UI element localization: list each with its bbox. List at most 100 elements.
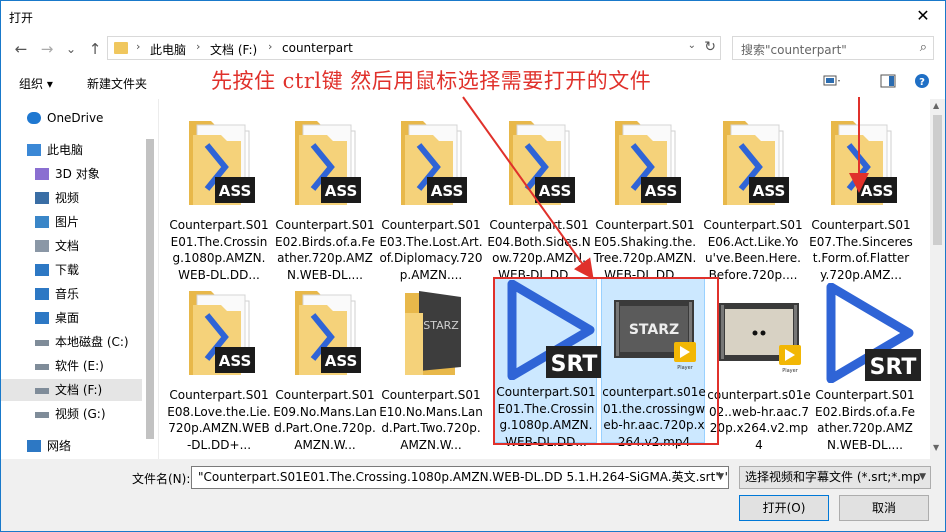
cancel-button[interactable]: 取消: [839, 495, 929, 521]
chevron-down-icon[interactable]: ⌄: [688, 40, 696, 51]
scrollbar-thumb[interactable]: [146, 139, 154, 439]
sidebar-item-label: 网络: [47, 439, 72, 453]
file-item[interactable]: STARZ Counterpart.S01E10.No.Mans.Land.Par…: [379, 281, 483, 452]
file-name: Counterpart.S01E08.Love.the.Lie.720p.AMZ…: [167, 388, 271, 453]
sidebar-item-label: 本地磁盘 (C:): [55, 335, 129, 349]
refresh-icon[interactable]: ↻: [704, 39, 716, 55]
file-name-value: "Counterpart.S01E01.The.Crossing.1080p.A…: [198, 470, 729, 484]
chevron-down-icon[interactable]: ▼: [919, 467, 926, 488]
close-icon[interactable]: ✕: [901, 1, 945, 31]
search-icon[interactable]: ⌕: [920, 40, 927, 55]
svg-text:STARZ: STARZ: [629, 322, 679, 338]
file-item[interactable]: ASS Counterpart.S01E03.The.Lost.Art.of.Di…: [379, 111, 483, 282]
ass-subtitle-file-icon: ASS: [277, 113, 373, 216]
file-item[interactable]: ASS Counterpart.S01E05.Shaking.the.Tree.7…: [593, 111, 697, 282]
breadcrumb-chevron-icon: ›: [136, 40, 141, 53]
file-name: Counterpart.S01E02.Birds.of.a.Feather.72…: [275, 218, 375, 283]
change-view-icon[interactable]: [823, 73, 841, 89]
preview-pane-icon[interactable]: [879, 73, 897, 89]
scroll-up-icon[interactable]: ▲: [933, 101, 939, 110]
search-placeholder: 搜索"counterpart": [741, 43, 847, 57]
file-item[interactable]: ASS Counterpart.S01E08.Love.the.Lie.720p.…: [167, 281, 271, 452]
computer-icon: [27, 144, 41, 156]
ass-subtitle-file-icon: ASS: [171, 113, 267, 216]
svg-text:SRT: SRT: [870, 355, 917, 380]
sidebar-item-label: 视频 (G:): [55, 407, 106, 421]
file-name-label: 文件名(N):: [132, 472, 191, 486]
file-item[interactable]: ASS Counterpart.S01E01.The.Crossing.1080p…: [167, 111, 271, 282]
folder-icon: [114, 42, 128, 54]
video-icon: [35, 192, 49, 204]
file-item[interactable]: SRT Counterpart.S01E02.Birds.of.a.Feather…: [813, 281, 921, 452]
video-file-icon: STARZ Player: [606, 280, 702, 383]
drive-icon: [35, 412, 49, 418]
file-name: Counterpart.S01E09.No.Mans.Land.Part.One…: [273, 388, 377, 453]
file-name: counterpart.s01e01.the.crossingweb-hr.aa…: [602, 385, 706, 450]
cube-icon: [35, 168, 49, 180]
svg-text:ASS: ASS: [539, 182, 572, 200]
back-arrow-icon[interactable]: ←: [11, 39, 31, 59]
svg-text:ASS: ASS: [645, 182, 678, 200]
sidebar-item-label: 音乐: [55, 287, 80, 301]
svg-text:ASS: ASS: [219, 352, 252, 370]
ass-subtitle-file-icon: ASS: [813, 113, 909, 216]
svg-text:ASS: ASS: [861, 182, 894, 200]
desktop-icon: [35, 312, 49, 324]
srt-file-icon: SRT: [817, 282, 921, 386]
recent-locations-chevron-icon[interactable]: ⌄: [61, 39, 81, 59]
file-type-select[interactable]: 选择视频和字幕文件 (*.srt;*.mp ▼: [739, 466, 931, 489]
video-file-icon: Player: [711, 283, 807, 386]
file-type-value: 选择视频和字幕文件 (*.srt;*.mp: [745, 470, 921, 484]
svg-text:STARZ: STARZ: [423, 319, 459, 332]
up-arrow-icon[interactable]: ↑: [85, 39, 105, 59]
svg-text:ASS: ASS: [325, 352, 358, 370]
breadcrumb-chevron-icon: ›: [268, 40, 273, 53]
file-item[interactable]: ASS Counterpart.S01E04.Both.Sides.Now.720…: [487, 111, 591, 282]
sidebar-item-label: 图片: [55, 215, 80, 229]
file-item[interactable]: ASS Counterpart.S01E06.Act.Like.You've.Be…: [701, 111, 805, 282]
file-item[interactable]: STARZ Player counterpart.s01e01.the.crossi…: [601, 277, 706, 449]
ass-subtitle-file-icon: ASS: [171, 283, 267, 386]
scroll-down-icon[interactable]: ▼: [933, 443, 939, 452]
file-list-scrollbar[interactable]: ▲ ▼: [930, 99, 945, 459]
svg-text:Player: Player: [677, 365, 694, 371]
breadcrumb-drive-f[interactable]: 文档 (F:): [210, 41, 257, 58]
address-bar[interactable]: › 此电脑 › 文档 (F:) › counterpart ⌄ ↻: [107, 36, 721, 60]
window-title: 打开: [9, 11, 34, 25]
drive-icon: [35, 388, 49, 394]
file-item[interactable]: SRT Counterpart.S01E01.The.Crossing.1080p…: [493, 277, 602, 449]
sidebar-item-label: OneDrive: [47, 111, 104, 125]
forward-arrow-icon[interactable]: →: [37, 39, 57, 59]
search-box[interactable]: 搜索"counterpart" ⌕: [732, 36, 934, 60]
file-name: Counterpart.S01E01.The.Crossing.1080p.AM…: [496, 385, 596, 450]
file-name: counterpart.s01e02..web-hr.aac.720p.x264…: [707, 388, 811, 453]
ass-subtitle-file-icon: ASS: [705, 113, 801, 216]
navigation-bar: ← → ⌄ ↑ › 此电脑 › 文档 (F:) › counterpart ⌄ …: [1, 31, 945, 65]
breadcrumb-counterpart[interactable]: counterpart: [282, 41, 353, 55]
navigation-pane-scrollbar[interactable]: [142, 99, 158, 459]
open-button[interactable]: 打开(O): [739, 495, 829, 521]
file-name-input[interactable]: "Counterpart.S01E01.The.Crossing.1080p.A…: [191, 466, 729, 489]
network-icon: [27, 440, 41, 452]
svg-text:ASS: ASS: [753, 182, 786, 200]
sidebar-item-label: 视频: [55, 191, 80, 205]
help-icon[interactable]: ?: [913, 73, 931, 89]
file-name: Counterpart.S01E02.Birds.of.a.Feather.72…: [815, 388, 915, 453]
file-item[interactable]: Player counterpart.s01e02..web-hr.aac.720…: [707, 281, 811, 452]
scrollbar-thumb[interactable]: [933, 115, 942, 245]
file-name: Counterpart.S01E06.Act.Like.You've.Been.…: [703, 218, 803, 283]
file-item[interactable]: ASS Counterpart.S01E09.No.Mans.Land.Part.…: [273, 281, 377, 452]
ass-subtitle-file-icon: ASS: [383, 113, 479, 216]
breadcrumb-chevron-icon: ›: [196, 40, 201, 53]
breadcrumb-this-pc[interactable]: 此电脑: [150, 41, 186, 58]
new-folder-button[interactable]: 新建文件夹: [87, 75, 147, 92]
sidebar-item[interactable]: 文档 (F:): [1, 379, 142, 401]
file-item[interactable]: ASS Counterpart.S01E02.Birds.of.a.Feather…: [273, 111, 377, 282]
file-name-panel: 文件名(N): "Counterpart.S01E01.The.Crossing…: [1, 459, 945, 531]
organize-menu[interactable]: 组织 ▾: [19, 75, 53, 92]
chevron-down-icon[interactable]: ▼: [717, 467, 724, 488]
file-item[interactable]: ASS Counterpart.S01E07.The.Sincerest.Form…: [809, 111, 913, 282]
sidebar-item-label: 桌面: [55, 311, 80, 325]
svg-text:ASS: ASS: [431, 182, 464, 200]
picture-icon: [35, 216, 49, 228]
